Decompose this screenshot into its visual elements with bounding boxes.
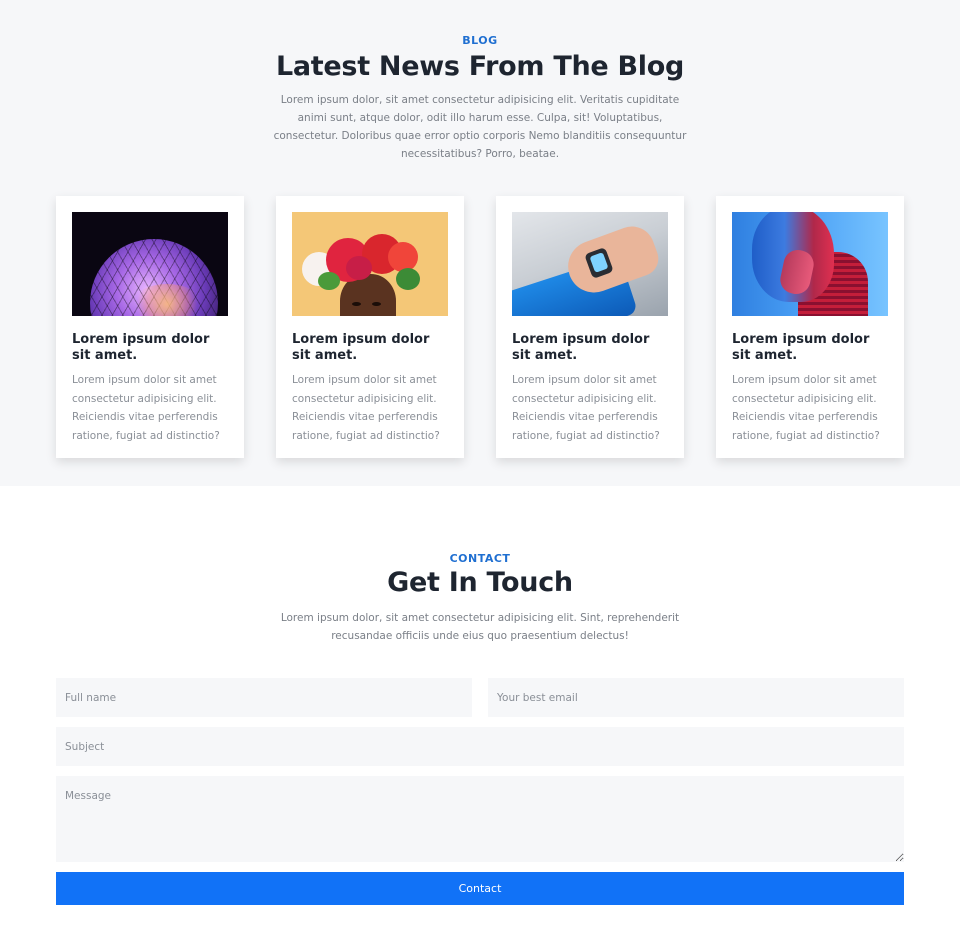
blog-eyebrow: BLOG <box>462 34 498 47</box>
email-input[interactable] <box>488 678 904 717</box>
contact-description: Lorem ipsum dolor, sit amet consectetur … <box>280 612 680 642</box>
blog-card-excerpt: Lorem ipsum dolor sit amet consectetur a… <box>732 374 880 442</box>
smartwatch-wrist-image <box>512 212 668 316</box>
blog-card[interactable]: Lorem ipsum dolor sit amet. Lorem ipsum … <box>276 196 464 458</box>
blog-section: BLOG Latest News From The Blog Lorem ips… <box>0 0 960 486</box>
flower-crown-portrait-image <box>292 212 448 316</box>
blog-description: Lorem ipsum dolor, sit amet consectetur … <box>273 94 687 160</box>
blog-card[interactable]: Lorem ipsum dolor sit amet. Lorem ipsum … <box>716 196 904 458</box>
contact-submit-button[interactable]: Contact <box>56 872 904 905</box>
contact-form: Contact <box>56 678 904 905</box>
contact-eyebrow: CONTACT <box>449 552 511 565</box>
blog-card-excerpt: Lorem ipsum dolor sit amet consectetur a… <box>292 374 440 442</box>
blog-title: Latest News From The Blog <box>275 51 685 82</box>
blog-card-title[interactable]: Lorem ipsum dolor sit amet. <box>512 332 668 364</box>
blog-card-title[interactable]: Lorem ipsum dolor sit amet. <box>292 332 448 364</box>
blog-card[interactable]: Lorem ipsum dolor sit amet. Lorem ipsum … <box>56 196 244 458</box>
neon-portrait-image <box>732 212 888 316</box>
blog-card-excerpt: Lorem ipsum dolor sit amet consectetur a… <box>512 374 660 442</box>
full-name-input[interactable] <box>56 678 472 717</box>
subject-input[interactable] <box>56 727 904 766</box>
glowing-sphere-image <box>72 212 228 316</box>
blog-card[interactable]: Lorem ipsum dolor sit amet. Lorem ipsum … <box>496 196 684 458</box>
contact-title: Get In Touch <box>387 567 573 598</box>
blog-card-title[interactable]: Lorem ipsum dolor sit amet. <box>72 332 228 364</box>
contact-section: CONTACT Get In Touch Lorem ipsum dolor, … <box>0 486 960 905</box>
blog-cards: Lorem ipsum dolor sit amet. Lorem ipsum … <box>0 196 960 458</box>
message-textarea[interactable] <box>56 776 904 862</box>
blog-card-excerpt: Lorem ipsum dolor sit amet consectetur a… <box>72 374 220 442</box>
blog-card-title[interactable]: Lorem ipsum dolor sit amet. <box>732 332 888 364</box>
